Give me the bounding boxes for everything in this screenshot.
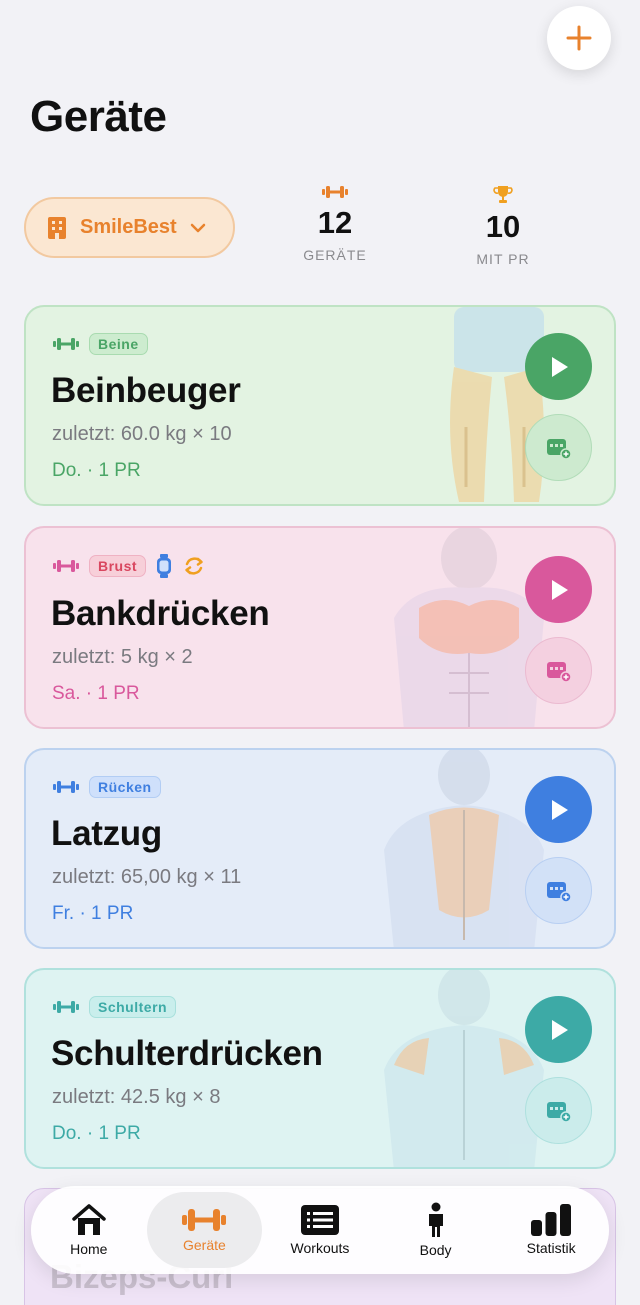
schedule-button[interactable]: [525, 857, 592, 924]
legs-muscle-figure: [450, 307, 544, 502]
watch-icon: [157, 554, 172, 578]
dumbbell-icon: [53, 338, 79, 350]
dumbbell-icon: [182, 1209, 227, 1231]
last-set: zuletzt: 5 kg × 2: [52, 646, 193, 668]
dumbbell-icon: [322, 186, 348, 198]
plus-icon: [566, 25, 592, 51]
stat-pr: 10 MIT PR: [472, 184, 534, 267]
schedule-button[interactable]: [525, 414, 592, 481]
chevron-down-icon: [190, 223, 205, 232]
tab-home[interactable]: Home: [31, 1192, 147, 1268]
session-meta: Do. · 1 PR: [52, 1123, 141, 1144]
add-equipment-button[interactable]: [547, 6, 611, 70]
play-icon: [551, 579, 568, 600]
gym-name: SmileBest: [80, 216, 177, 238]
muscle-tag: Beine: [89, 333, 148, 355]
dumbbell-icon: [53, 1001, 79, 1013]
equipment-card[interactable]: Beine Beinbeuger zuletzt: 60.0 kg × 10 D…: [24, 305, 616, 506]
last-set: zuletzt: 65,00 kg × 11: [52, 866, 242, 888]
tab-workouts-label: Workouts: [290, 1240, 350, 1256]
house-icon: [72, 1204, 106, 1235]
stat-equipment-label: GERÄTE: [303, 247, 367, 263]
play-icon: [551, 1019, 568, 1040]
tab-equipment-label: Geräte: [182, 1237, 226, 1253]
tab-body-label: Body: [419, 1242, 452, 1258]
play-icon: [551, 799, 568, 820]
tab-equipment[interactable]: Geräte: [146, 1192, 263, 1268]
equipment-card[interactable]: Schultern Schulterdrücken zuletzt: 42.5 …: [24, 968, 616, 1169]
start-button[interactable]: [525, 333, 592, 400]
equipment-card[interactable]: Rücken Latzug zuletzt: 65,00 kg × 11 Fr.…: [24, 748, 616, 949]
muscle-tag: Schultern: [89, 996, 177, 1018]
back-muscle-figure: [384, 750, 544, 947]
tab-statistics-label: Statistik: [526, 1240, 576, 1256]
building-icon: [48, 216, 66, 239]
session-meta: Sa. · 1 PR: [52, 683, 140, 704]
start-button[interactable]: [525, 556, 592, 623]
equipment-name: Latzug: [51, 814, 162, 853]
last-set: zuletzt: 60.0 kg × 10: [52, 423, 232, 445]
page-title: Geräte: [30, 92, 167, 141]
sync-icon: [185, 557, 203, 575]
trophy-icon: [493, 186, 513, 203]
last-set: zuletzt: 42.5 kg × 8: [52, 1086, 221, 1108]
person-icon: [428, 1202, 443, 1237]
schedule-button[interactable]: [525, 637, 592, 704]
stat-pr-label: MIT PR: [476, 251, 530, 267]
tab-statistics[interactable]: Statistik: [493, 1192, 609, 1268]
gym-selector[interactable]: SmileBest: [24, 197, 235, 258]
equipment-name: Beinbeuger: [51, 371, 241, 410]
calendar-add-icon: [546, 1101, 572, 1123]
equipment-name: Schulterdrücken: [51, 1034, 323, 1073]
list-icon: [300, 1205, 339, 1235]
tab-body[interactable]: Body: [378, 1192, 494, 1268]
schedule-button[interactable]: [525, 1077, 592, 1144]
bar-chart-icon: [531, 1204, 572, 1236]
session-meta: Fr. · 1 PR: [52, 903, 134, 924]
equipment-name: Bankdrücken: [51, 594, 270, 633]
start-button[interactable]: [525, 776, 592, 843]
dumbbell-icon: [53, 560, 79, 572]
tab-home-label: Home: [70, 1241, 108, 1257]
stat-equipment: 12 GERÄTE: [300, 184, 370, 263]
muscle-tag: Brust: [89, 555, 147, 577]
dumbbell-icon: [53, 781, 79, 793]
shoulder-muscle-figure: [384, 970, 544, 1167]
chest-muscle-figure: [394, 528, 544, 727]
stat-pr-value: 10: [485, 209, 521, 244]
play-icon: [551, 356, 568, 377]
calendar-add-icon: [546, 881, 572, 903]
calendar-add-icon: [546, 661, 572, 683]
stat-equipment-value: 12: [317, 205, 353, 240]
session-meta: Do. · 1 PR: [52, 460, 141, 481]
calendar-add-icon: [546, 438, 572, 460]
tab-workouts[interactable]: Workouts: [262, 1192, 378, 1268]
tab-bar: Home Geräte Workouts Body Statistik: [31, 1186, 609, 1274]
equipment-card[interactable]: Brust Bankdrücken zuletzt: 5 kg × 2 Sa. …: [24, 526, 616, 729]
muscle-tag: Rücken: [89, 776, 161, 798]
start-button[interactable]: [525, 996, 592, 1063]
